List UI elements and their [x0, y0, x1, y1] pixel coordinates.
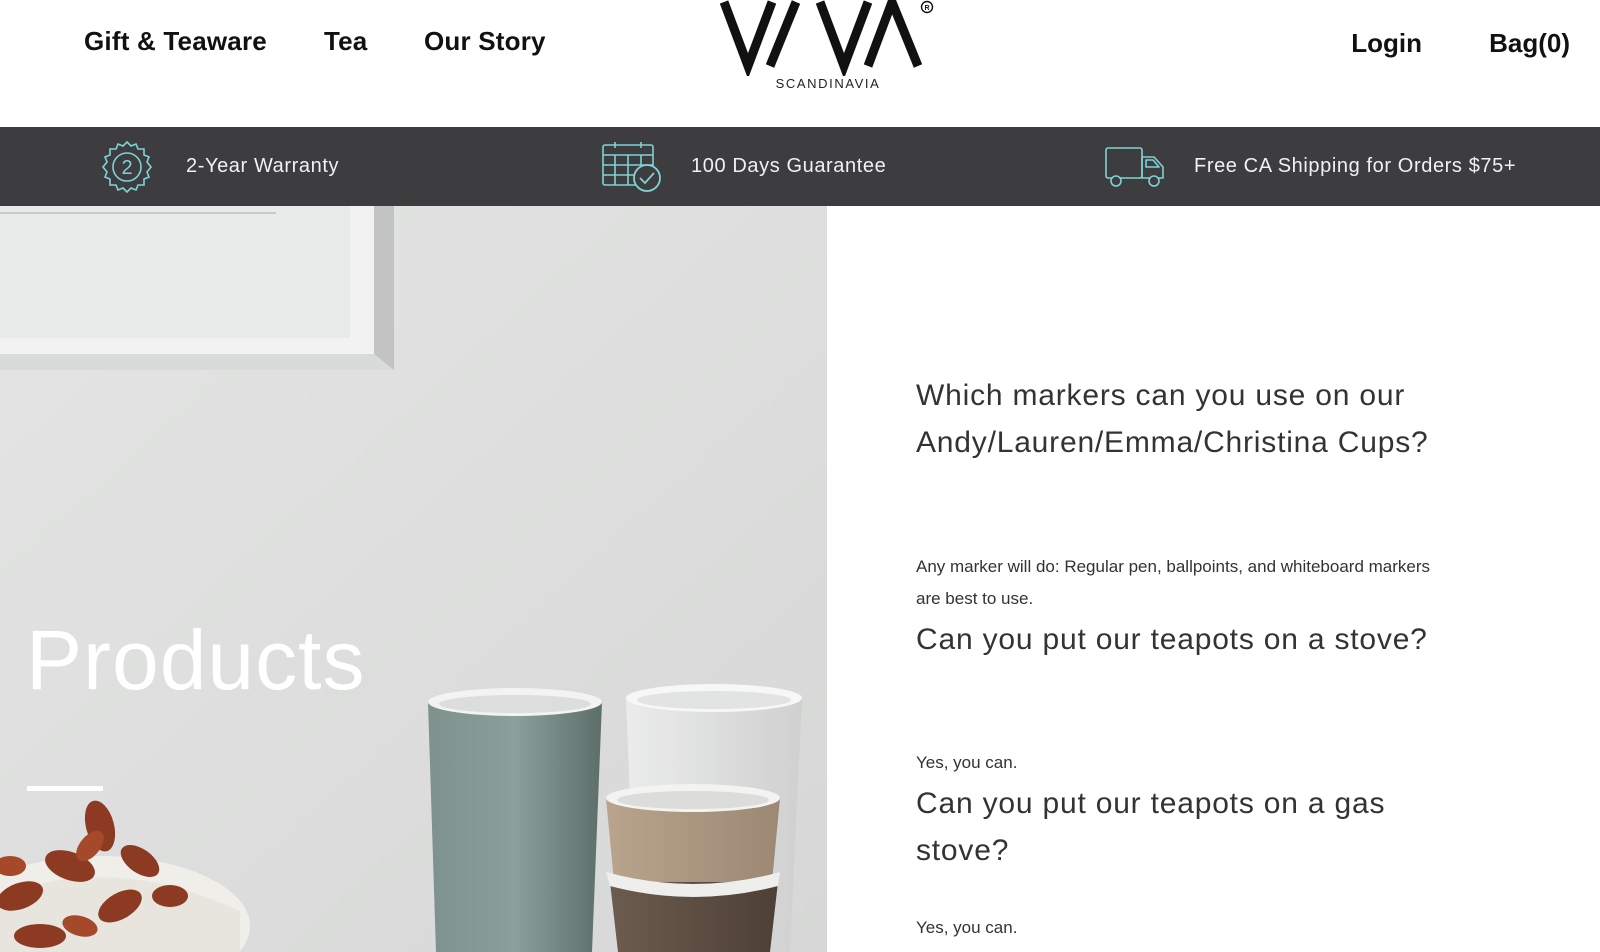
faq-question-3: Can you put our teapots on a gas stove?	[916, 787, 1386, 867]
warranty-badge-icon: 2	[100, 140, 154, 194]
perk-shipping-text: Free CA Shipping for Orders $75+	[1194, 155, 1517, 177]
delivery-truck-icon	[1104, 145, 1166, 189]
hero-title: Products	[26, 613, 366, 707]
bag-link[interactable]: Bag(0)	[1489, 28, 1570, 59]
faq-answer-3: Yes, you can.	[916, 918, 1018, 937]
hero-title-underline	[27, 786, 103, 791]
svg-text:2: 2	[121, 157, 132, 179]
perks-bar: 2 2-Year Warranty 100 Days Guarantee Fre…	[0, 127, 1600, 206]
faq-answer-2: Yes, you can.	[916, 753, 1018, 772]
calendar-check-icon	[601, 141, 663, 193]
perk-guarantee-text: 100 Days Guarantee	[691, 155, 887, 177]
nav-tea[interactable]: Tea	[324, 26, 367, 57]
perk-warranty-text: 2-Year Warranty	[186, 155, 340, 177]
faq-question-1: Which markers can you use on our Andy/La…	[916, 379, 1429, 459]
perk-warranty: 2 2-Year Warranty	[100, 127, 339, 206]
faq-question-2: Can you put our teapots on a stove?	[916, 623, 1428, 656]
perk-guarantee: 100 Days Guarantee	[601, 127, 886, 206]
login-link[interactable]: Login	[1351, 28, 1422, 59]
nav-our-story[interactable]: Our Story	[424, 26, 546, 57]
site-header: Gift & Teaware Tea Our Story R SCANDINAV…	[0, 0, 1600, 127]
svg-text:R: R	[924, 5, 929, 12]
brand-logo[interactable]: R SCANDINAVIA	[719, 0, 936, 96]
hero-photo	[0, 206, 827, 952]
viva-logo-mark: R	[719, 0, 934, 79]
products-hero-image: Products	[0, 206, 827, 952]
faq-answer-1: Any marker will do: Regular pen, ballpoi…	[916, 557, 1431, 608]
logo-subtitle: SCANDINAVIA	[775, 76, 881, 91]
nav-gift-teaware[interactable]: Gift & Teaware	[84, 26, 267, 57]
perk-shipping: Free CA Shipping for Orders $75+	[1104, 127, 1516, 206]
